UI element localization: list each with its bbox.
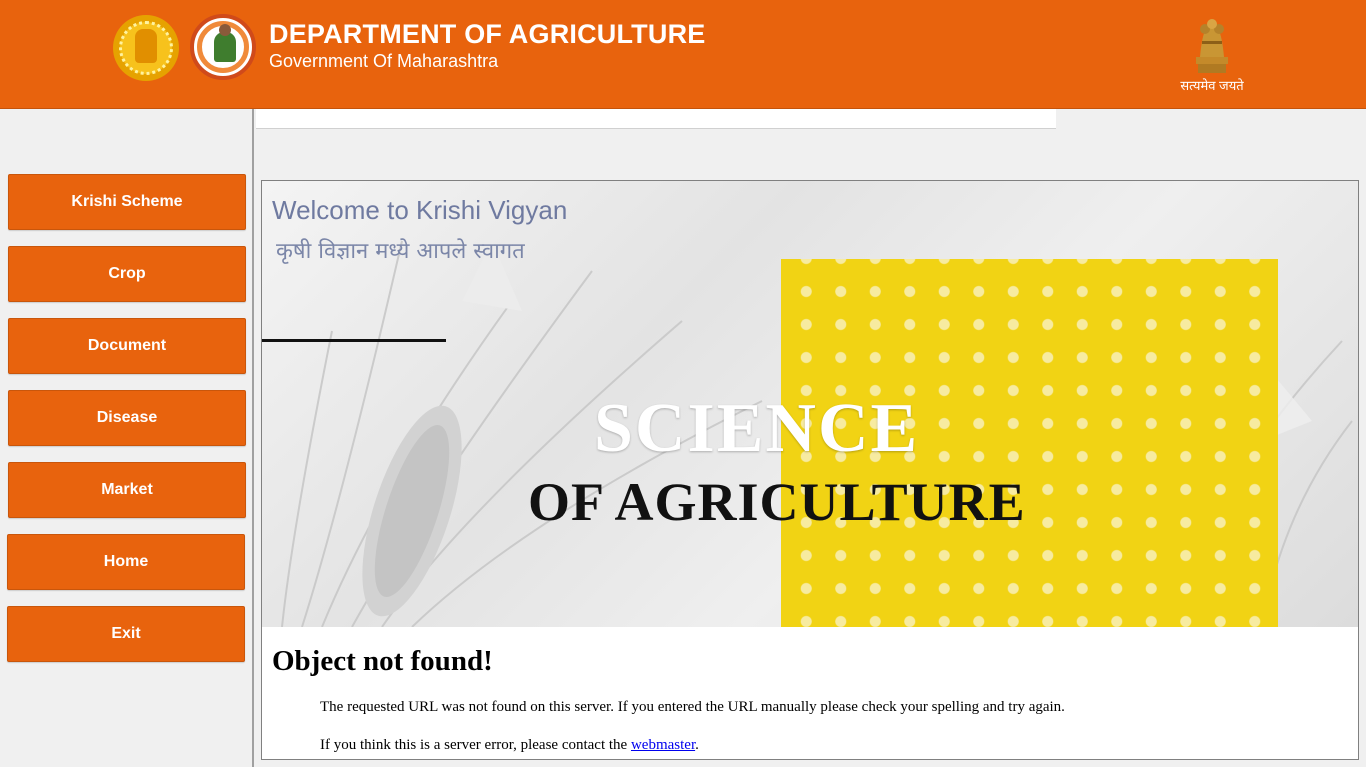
disease-label: Disease	[96, 409, 158, 426]
app-header: DEPARTMENT OF AGRICULTURE Government Of …	[0, 0, 1366, 109]
error-page: Object not found! The requested URL was …	[262, 627, 1358, 759]
krishi-scheme-label: Krishi Scheme	[71, 193, 183, 210]
webmaster-link[interactable]: webmaster	[631, 737, 695, 753]
page-subtitle: Government Of Maharashtra	[269, 51, 499, 71]
exit-label: Exit	[111, 625, 141, 642]
crop-button[interactable]: Crop	[8, 246, 246, 302]
maharashtra-seal-icon	[113, 15, 179, 81]
science-headline: SCIENCE	[594, 390, 920, 467]
document-button[interactable]: Document	[8, 318, 246, 374]
error-contact: If you think this is a server error, ple…	[320, 737, 699, 754]
emblem-motto: सत्यमेव जयते	[1180, 78, 1244, 93]
exit-button[interactable]: Exit	[7, 606, 245, 662]
crop-label: Crop	[108, 265, 146, 282]
error-message: The requested URL was not found on this …	[320, 699, 1065, 715]
vertical-scrollbar[interactable]	[1359, 180, 1366, 760]
sidebar: Krishi Scheme Crop Document Disease Mark…	[0, 109, 254, 767]
market-label: Market	[101, 481, 153, 498]
market-button[interactable]: Market	[8, 462, 246, 518]
contact-prefix: If you think this is a server error, ple…	[320, 737, 631, 753]
welcome-text-english: Welcome to Krishi Vigyan	[272, 195, 568, 225]
disease-button[interactable]: Disease	[8, 390, 246, 446]
top-strip	[256, 109, 1056, 129]
krishi-logo-icon	[190, 14, 256, 80]
agriculture-headline: OF AGRICULTURE	[528, 472, 1026, 532]
error-heading: Object not found!	[272, 645, 493, 677]
home-button[interactable]: Home	[7, 534, 245, 590]
page-title: DEPARTMENT OF AGRICULTURE	[269, 19, 706, 49]
divider-line	[262, 339, 446, 342]
krishi-scheme-button[interactable]: Krishi Scheme	[8, 174, 246, 230]
document-label: Document	[87, 337, 167, 354]
welcome-text-marathi: कृषी विज्ञान मध्ये आपले स्वागत	[276, 239, 525, 264]
home-label: Home	[103, 553, 149, 570]
web-browser-frame[interactable]: Welcome to Krishi Vigyan कृषी विज्ञान मध…	[261, 180, 1359, 760]
welcome-banner: Welcome to Krishi Vigyan कृषी विज्ञान मध…	[262, 181, 1358, 627]
contact-suffix: .	[695, 737, 699, 753]
national-emblem-icon	[1196, 19, 1228, 73]
